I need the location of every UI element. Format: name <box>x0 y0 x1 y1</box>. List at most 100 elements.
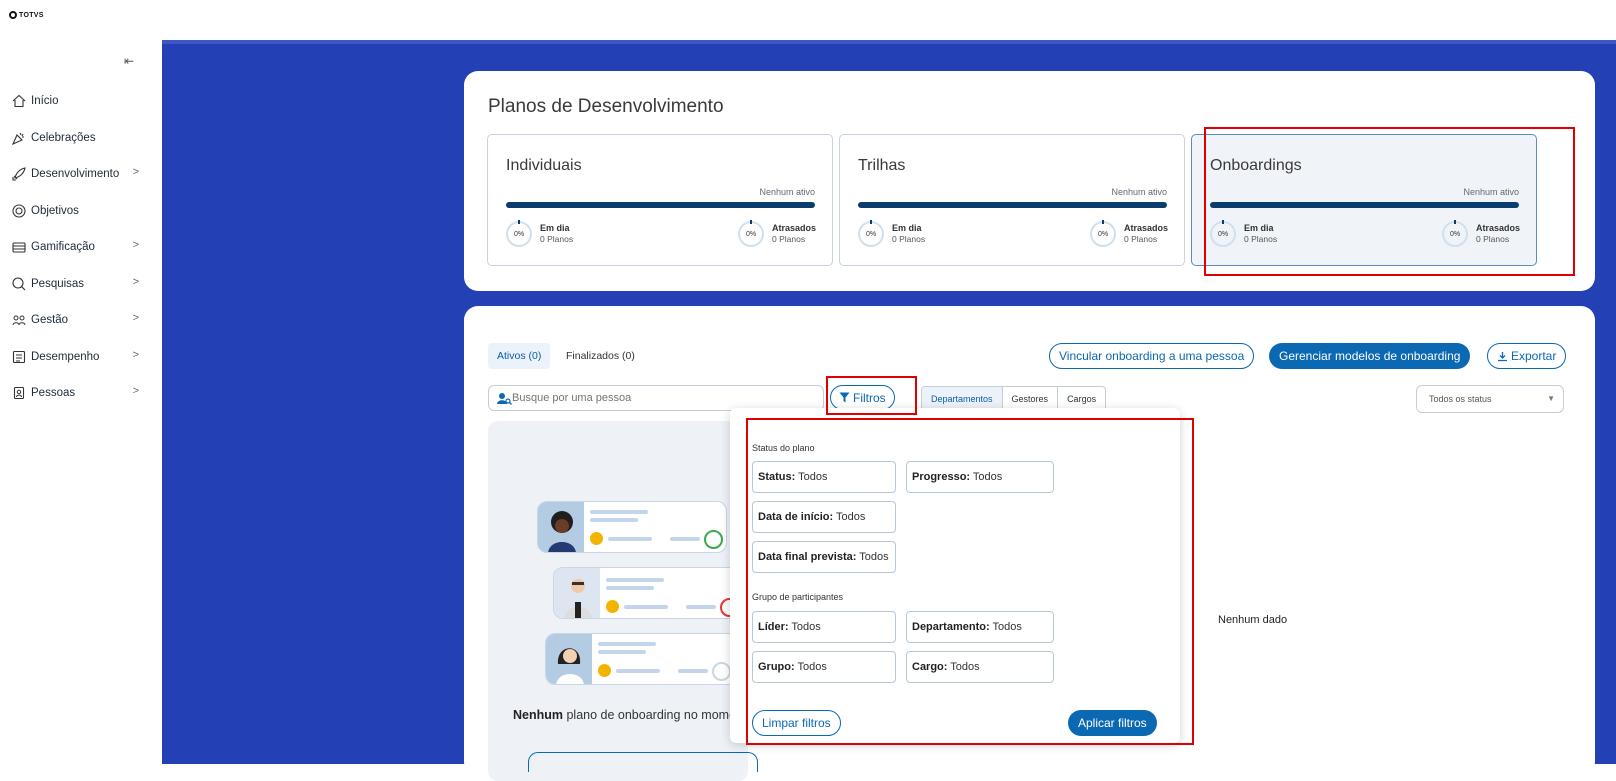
plan-card-status: Nenhum ativo <box>1463 187 1519 197</box>
checklist-icon <box>11 349 27 365</box>
no-data-label: Nenhum dado <box>1218 614 1288 626</box>
filter-label: Progresso: <box>912 471 971 483</box>
status-select[interactable]: Todos os status ▼ <box>1416 385 1564 413</box>
sidebar-item-label: Desenvolvimento <box>31 168 120 180</box>
progress-ring: 0% <box>738 220 764 247</box>
late-stat: 0% Atrasados 0 Planos <box>1442 220 1520 247</box>
on-time-stat: 0% Em dia 0 Planos <box>1210 220 1277 247</box>
plan-card-onboardings[interactable]: Onboardings Nenhum ativo 0% Em dia 0 Plan… <box>1191 134 1537 266</box>
search-doc-icon <box>11 276 27 292</box>
filter-grupo[interactable]: Grupo: Todos <box>752 651 896 683</box>
chevron-right-icon: > <box>132 312 139 324</box>
filters-button[interactable]: Filtros <box>830 385 895 410</box>
late-stat: 0% Atrasados 0 Planos <box>1090 220 1168 247</box>
filter-label: Data final prevista: <box>758 551 857 563</box>
sidebar-item-label: Desempenho <box>31 351 100 363</box>
filter-label: Líder: <box>758 621 789 633</box>
summary-card: Planos de Desenvolvimento Individuais Ne… <box>464 71 1595 291</box>
avatar-illustration <box>538 502 584 552</box>
filter-label: Cargo: <box>912 661 948 673</box>
filter-progresso[interactable]: Progresso: Todos <box>906 461 1054 493</box>
download-icon <box>1498 351 1507 361</box>
sidebar-item-label: Pessoas <box>31 387 76 399</box>
empty-bold: Nenhum <box>513 708 563 722</box>
chevron-right-icon: > <box>132 239 139 251</box>
sidebar-item-pessoas[interactable]: Pessoas > <box>11 382 151 404</box>
filter-label: Departamento: <box>912 621 990 633</box>
rocket-icon <box>11 166 27 182</box>
sidebar-item-label: Objetivos <box>31 205 79 217</box>
filter-data-final[interactable]: Data final prevista: Todos <box>752 541 896 573</box>
status-select-value: Todos os status <box>1429 394 1492 404</box>
manage-templates-button[interactable]: Gerenciar modelos de onboarding <box>1269 343 1471 369</box>
filters-label: Filtros <box>853 390 886 405</box>
stat-label: Em dia <box>892 223 922 233</box>
chevron-right-icon: > <box>132 276 139 288</box>
filters-popover: Status do plano Status: Todos Progresso:… <box>730 408 1180 743</box>
tab-ativos[interactable]: Ativos (0) <box>488 343 551 369</box>
plan-card-individuais[interactable]: Individuais Nenhum ativo 0% Em dia 0 Plan… <box>487 134 833 266</box>
plan-card-title: Trilhas <box>858 157 906 174</box>
stat-value: 0 Planos <box>772 234 806 244</box>
filter-label: Status: <box>758 471 796 483</box>
sidebar-item-label: Gestão <box>31 314 69 326</box>
illustration-card <box>545 633 737 685</box>
progress-ring: 0% <box>858 220 884 247</box>
apply-filters-button[interactable]: Aplicar filtros <box>1068 710 1157 736</box>
progress-ring: 0% <box>1090 220 1116 247</box>
link-onboarding-button[interactable]: Vincular onboarding a uma pessoa <box>1049 343 1255 369</box>
home-icon <box>11 93 27 109</box>
sidebar-item-desenvolvimento[interactable]: Desenvolvimento > <box>11 163 151 185</box>
stat-value: 0 Planos <box>540 234 574 244</box>
stat-label: Em dia <box>1244 223 1274 233</box>
section-title-status: Status do plano <box>752 443 815 453</box>
progress-ring: 0% <box>506 220 532 247</box>
export-label: Exportar <box>1511 349 1557 363</box>
filter-value: Todos <box>794 661 827 673</box>
sidebar-item-objetivos[interactable]: Objetivos <box>11 200 151 222</box>
tab-finalizados[interactable]: Finalizados (0) <box>557 343 644 369</box>
filter-data-inicio[interactable]: Data de início: Todos <box>752 501 896 533</box>
plan-card-status: Nenhum ativo <box>759 187 815 197</box>
totvs-logo[interactable]: TOTVS <box>9 11 44 19</box>
plan-card-trilhas[interactable]: Trilhas Nenhum ativo 0% Em dia 0 Planos 0… <box>839 134 1185 266</box>
avatar-illustration <box>554 568 600 618</box>
filter-lider[interactable]: Líder: Todos <box>752 611 896 643</box>
sidebar-item-desempenho[interactable]: Desempenho > <box>11 346 151 368</box>
chevron-right-icon: > <box>132 385 139 397</box>
logo-mark-icon <box>9 11 17 19</box>
filter-value: Todos <box>989 621 1022 633</box>
collapse-sidebar-icon[interactable]: ⇤ <box>124 54 134 68</box>
export-button[interactable]: Exportar <box>1487 343 1567 369</box>
party-icon <box>11 130 27 146</box>
filter-departamento[interactable]: Departamento: Todos <box>906 611 1054 643</box>
empty-state-action-button[interactable] <box>528 752 758 772</box>
sidebar-item-gestao[interactable]: Gestão > <box>11 309 151 331</box>
sidebar-item-pesquisas[interactable]: Pesquisas > <box>11 273 151 295</box>
sidebar-item-label: Gamificação <box>31 241 95 253</box>
person-search-icon <box>497 392 512 405</box>
sidebar: ⇤ Início Celebrações Desenvolvimento > O… <box>0 40 162 764</box>
empty-state-panel <box>488 421 748 781</box>
plan-card-status: Nenhum ativo <box>1111 187 1167 197</box>
stat-value: 0 Planos <box>892 234 926 244</box>
sidebar-item-celebracoes[interactable]: Celebrações <box>11 127 151 149</box>
caret-down-icon: ▼ <box>1547 394 1555 403</box>
target-icon <box>11 203 27 219</box>
sidebar-item-inicio[interactable]: Início <box>11 90 151 112</box>
filter-value: Todos <box>795 471 828 483</box>
filter-value: Todos <box>970 471 1003 483</box>
filter-cargo[interactable]: Cargo: Todos <box>906 651 1054 683</box>
search-input[interactable] <box>512 392 812 404</box>
sidebar-item-gamificacao[interactable]: Gamificação > <box>11 236 151 258</box>
team-icon <box>11 312 27 328</box>
filter-status[interactable]: Status: Todos <box>752 461 896 493</box>
progress-ring: 0% <box>1210 220 1236 247</box>
progress-bar <box>1210 202 1519 208</box>
chevron-right-icon: > <box>132 166 139 178</box>
clear-filters-button[interactable]: Limpar filtros <box>752 710 841 736</box>
logo-text: TOTVS <box>19 11 44 19</box>
chevron-right-icon: > <box>132 349 139 361</box>
sidebar-item-label: Celebrações <box>31 132 96 144</box>
stat-value: 0 Planos <box>1476 234 1510 244</box>
